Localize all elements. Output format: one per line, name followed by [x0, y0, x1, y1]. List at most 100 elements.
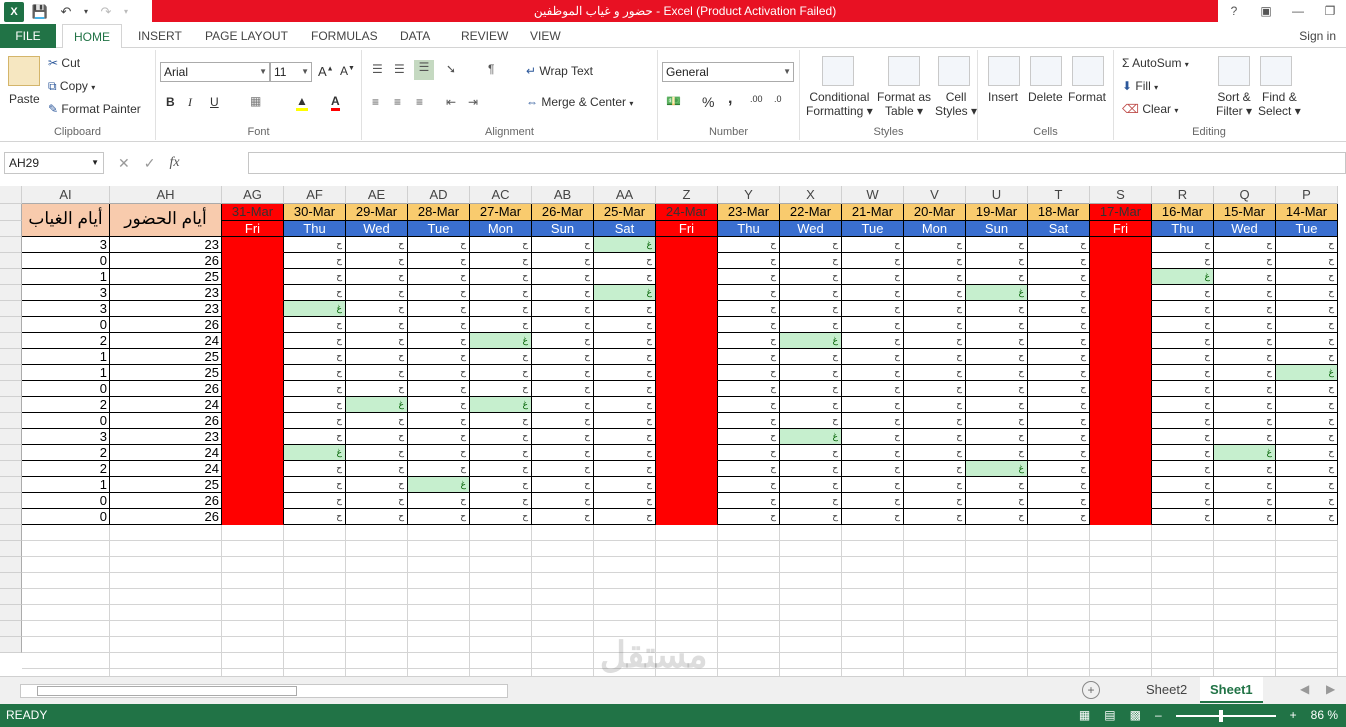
empty-cell[interactable] [284, 669, 346, 676]
present-mark-cell[interactable]: ح [594, 381, 656, 397]
present-mark-cell[interactable]: ح [842, 381, 904, 397]
empty-cell[interactable] [110, 541, 222, 557]
empty-cell[interactable] [904, 589, 966, 605]
empty-cell[interactable] [966, 637, 1028, 653]
present-mark-cell[interactable]: ح [904, 509, 966, 525]
friday-cell[interactable] [222, 301, 284, 317]
present-mark-cell[interactable]: ح [532, 285, 594, 301]
present-mark-cell[interactable]: ح [532, 413, 594, 429]
present-mark-cell[interactable]: ح [1276, 253, 1338, 269]
empty-cell[interactable] [842, 541, 904, 557]
undo-dropdown-icon[interactable]: ▾ [82, 2, 90, 22]
row-header[interactable] [0, 525, 22, 541]
friday-cell[interactable] [656, 461, 718, 477]
empty-cell[interactable] [284, 541, 346, 557]
present-mark-cell[interactable]: ح [842, 445, 904, 461]
present-mark-cell[interactable]: ح [904, 381, 966, 397]
present-mark-cell[interactable]: ح [1276, 381, 1338, 397]
present-mark-cell[interactable]: ح [966, 413, 1028, 429]
friday-cell[interactable] [1090, 365, 1152, 381]
friday-cell[interactable] [656, 445, 718, 461]
empty-cell[interactable] [1090, 637, 1152, 653]
present-mark-cell[interactable]: ح [842, 301, 904, 317]
day-cell[interactable]: Sat [1028, 221, 1090, 237]
present-mark-cell[interactable]: ح [532, 477, 594, 493]
format-painter-button[interactable]: ✎ Format Painter [48, 102, 141, 116]
present-mark-cell[interactable]: ح [1276, 237, 1338, 253]
shrink-font-icon[interactable]: A▼ [340, 64, 355, 78]
attendance-count-cell[interactable]: 24 [110, 333, 222, 349]
format-button[interactable]: Format [1068, 90, 1106, 104]
empty-cell[interactable] [532, 573, 594, 589]
friday-cell[interactable] [222, 237, 284, 253]
row-header[interactable] [0, 477, 22, 493]
present-mark-cell[interactable]: ح [1214, 237, 1276, 253]
present-mark-cell[interactable]: ح [346, 477, 408, 493]
friday-cell[interactable] [222, 477, 284, 493]
friday-cell[interactable] [1090, 301, 1152, 317]
present-mark-cell[interactable]: ح [1152, 397, 1214, 413]
empty-cell[interactable] [22, 637, 110, 653]
present-mark-cell[interactable]: ح [1028, 253, 1090, 269]
present-mark-cell[interactable]: ح [1276, 461, 1338, 477]
present-mark-cell[interactable]: ح [532, 317, 594, 333]
present-mark-cell[interactable]: ح [1276, 285, 1338, 301]
format-as-table-button[interactable]: Format as Table ▾ [877, 90, 931, 118]
ribbon-options-icon[interactable]: ▣ [1250, 0, 1282, 22]
tab-formulas[interactable]: FORMULAS [311, 24, 378, 48]
empty-cell[interactable] [408, 573, 470, 589]
empty-cell[interactable] [222, 637, 284, 653]
empty-cell[interactable] [346, 605, 408, 621]
attendance-count-cell[interactable]: 23 [110, 429, 222, 445]
present-mark-cell[interactable]: ح [532, 237, 594, 253]
empty-cell[interactable] [470, 621, 532, 637]
date-cell[interactable]: 22-Mar [780, 204, 842, 221]
friday-cell[interactable] [1090, 445, 1152, 461]
present-mark-cell[interactable]: ح [842, 349, 904, 365]
date-cell[interactable]: 16-Mar [1152, 204, 1214, 221]
tab-page-layout[interactable]: PAGE LAYOUT [205, 24, 288, 48]
empty-cell[interactable] [718, 557, 780, 573]
empty-cell[interactable] [780, 557, 842, 573]
empty-cell[interactable] [470, 637, 532, 653]
present-mark-cell[interactable]: ح [1214, 365, 1276, 381]
friday-cell[interactable] [222, 365, 284, 381]
column-header-r[interactable]: R [1152, 186, 1214, 204]
empty-cell[interactable] [110, 589, 222, 605]
present-mark-cell[interactable]: ح [594, 253, 656, 269]
date-cell[interactable]: 27-Mar [470, 204, 532, 221]
present-mark-cell[interactable]: ح [1214, 333, 1276, 349]
restore-icon[interactable]: ❐ [1314, 0, 1346, 22]
present-mark-cell[interactable]: ح [780, 461, 842, 477]
empty-cell[interactable] [842, 621, 904, 637]
friday-cell[interactable] [1090, 253, 1152, 269]
present-mark-cell[interactable]: ح [346, 237, 408, 253]
present-mark-cell[interactable]: ح [842, 317, 904, 333]
absence-count-cell[interactable]: 3 [22, 429, 110, 445]
column-header-ai[interactable]: AI [22, 186, 110, 204]
absence-count-cell[interactable]: 3 [22, 237, 110, 253]
empty-cell[interactable] [408, 589, 470, 605]
present-mark-cell[interactable]: ح [408, 493, 470, 509]
date-cell[interactable]: 18-Mar [1028, 204, 1090, 221]
present-mark-cell[interactable]: ح [842, 461, 904, 477]
present-mark-cell[interactable]: ح [1276, 301, 1338, 317]
present-mark-cell[interactable]: ح [718, 365, 780, 381]
fill-button[interactable]: ⬇ Fill ▾ [1122, 79, 1158, 93]
present-mark-cell[interactable]: ح [346, 429, 408, 445]
present-mark-cell[interactable]: ح [470, 365, 532, 381]
attendance-count-cell[interactable]: 26 [110, 317, 222, 333]
row-header[interactable] [0, 381, 22, 397]
day-cell[interactable]: Wed [780, 221, 842, 237]
friday-cell[interactable] [222, 413, 284, 429]
present-mark-cell[interactable]: ح [1214, 381, 1276, 397]
fill-color-icon[interactable]: ▲ [296, 94, 308, 111]
present-mark-cell[interactable]: ح [408, 317, 470, 333]
empty-cell[interactable] [22, 525, 110, 541]
present-mark-cell[interactable]: ح [594, 269, 656, 285]
empty-cell[interactable] [408, 557, 470, 573]
day-cell[interactable]: Thu [1152, 221, 1214, 237]
present-mark-cell[interactable]: ح [470, 349, 532, 365]
present-mark-cell[interactable]: ح [408, 509, 470, 525]
row-header[interactable] [0, 557, 22, 573]
